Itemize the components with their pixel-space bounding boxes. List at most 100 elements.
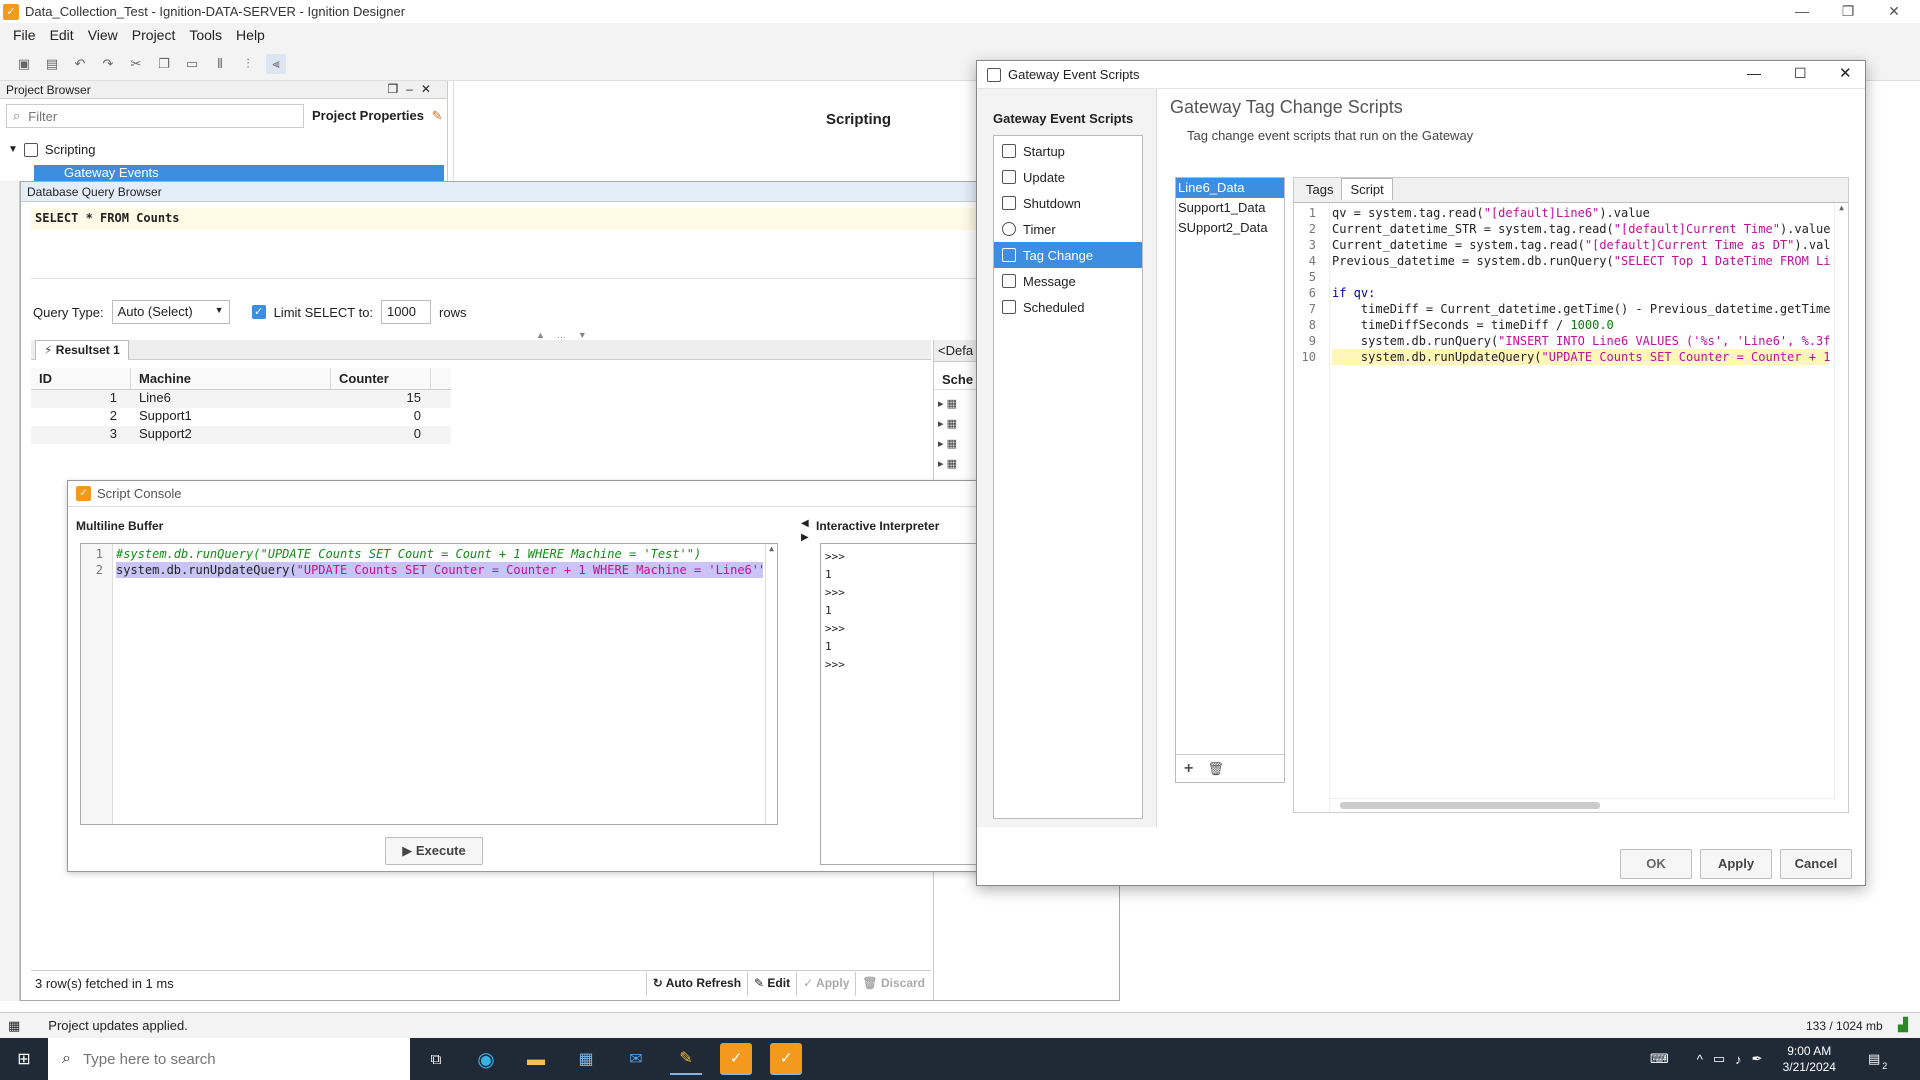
minimize-icon[interactable]: — bbox=[1747, 65, 1761, 81]
grid-icon[interactable]: ▦ bbox=[8, 1018, 20, 1034]
filter-field[interactable]: ⌕ bbox=[6, 104, 304, 128]
nav-shutdown[interactable]: Shutdown bbox=[994, 190, 1142, 216]
memory-chart-icon[interactable]: ▟ bbox=[1898, 1017, 1908, 1033]
notification-icon[interactable]: ▤ 2 bbox=[1868, 1051, 1887, 1071]
line-number: 9 bbox=[1308, 334, 1316, 348]
query-editor[interactable]: SELECT * FROM Counts bbox=[31, 208, 991, 230]
table-row[interactable]: 1 Line6 15 bbox=[31, 390, 451, 408]
cut-icon[interactable]: ✂ bbox=[126, 54, 146, 74]
taskbar-search-input[interactable] bbox=[82, 1050, 363, 1068]
layout-icon[interactable]: ⫷ bbox=[266, 53, 286, 74]
nav-tag-change[interactable]: Tag Change bbox=[994, 242, 1142, 268]
query-scrollbar[interactable] bbox=[31, 278, 991, 290]
limit-input[interactable]: 1000 bbox=[381, 300, 432, 324]
distribute-icon[interactable]: ⫶ bbox=[238, 54, 258, 74]
tag-script-list: Line6_Data Support1_Data SUpport2_Data +… bbox=[1175, 177, 1285, 783]
ignition-logo-icon: ✓ bbox=[3, 3, 19, 20]
script-code-editor[interactable]: 1 2 3 4 5 6 7 8 9 10 qv = system.tag.rea… bbox=[1294, 202, 1848, 812]
chevron-up-icon[interactable]: ^ bbox=[1697, 1052, 1703, 1067]
nav-startup[interactable]: Startup bbox=[994, 138, 1142, 164]
code-horizontal-scrollbar[interactable] bbox=[1330, 798, 1834, 812]
tab-script[interactable]: Script bbox=[1341, 178, 1393, 200]
maximize-icon[interactable]: ☐ bbox=[1794, 65, 1807, 82]
panel-toggle-icon[interactable]: ◀ ▶ bbox=[801, 517, 809, 545]
nav-timer[interactable]: Timer bbox=[994, 216, 1142, 242]
code-line: timeDiffSeconds = timeDiff / 1000.0 bbox=[1332, 317, 1828, 333]
discard-button[interactable]: 🗑 Discard bbox=[855, 971, 931, 996]
results-header-row: ID Machine Counter bbox=[31, 368, 451, 390]
apply-button[interactable]: Apply bbox=[1700, 849, 1772, 879]
code-vertical-scrollbar[interactable]: ▲ bbox=[1834, 203, 1848, 799]
menu-view[interactable]: View bbox=[88, 27, 118, 43]
table-row[interactable]: 2 Support1 0 bbox=[31, 408, 451, 426]
align-icon[interactable]: ⫴ bbox=[210, 54, 230, 74]
add-icon[interactable]: + bbox=[1184, 760, 1193, 778]
network-icon[interactable]: ▭ bbox=[1713, 1051, 1725, 1067]
close-icon[interactable]: ✕ bbox=[1872, 0, 1916, 23]
resultset-tab[interactable]: ⚡ Resultset 1 bbox=[35, 340, 129, 360]
task-view-icon[interactable]: ⧉ bbox=[420, 1043, 452, 1075]
notification-badge: 2 bbox=[1882, 1061, 1888, 1071]
menu-edit[interactable]: Edit bbox=[50, 27, 74, 43]
windows-start-icon[interactable]: ⊞ bbox=[0, 1038, 48, 1080]
table-row[interactable]: 3 Support2 0 bbox=[31, 426, 451, 444]
limit-checkbox[interactable]: ✓ bbox=[251, 305, 266, 319]
interactive-interpreter[interactable]: >>> 1 >>> 1 >>> 1 >>> bbox=[820, 543, 982, 865]
minimize-icon[interactable]: — bbox=[1780, 0, 1824, 23]
nav-update[interactable]: Update bbox=[994, 164, 1142, 190]
delete-icon[interactable]: 🗑 bbox=[1207, 761, 1224, 777]
pen-icon[interactable]: ✒ bbox=[1752, 1051, 1763, 1067]
save-icon[interactable]: ▣ bbox=[14, 54, 34, 74]
code-line: if qv: bbox=[1332, 285, 1828, 301]
restore-icon[interactable]: ❐ bbox=[1826, 0, 1870, 23]
ignition-designer-icon-2[interactable]: ✓ bbox=[770, 1043, 802, 1075]
cancel-button[interactable]: Cancel bbox=[1780, 849, 1852, 879]
save-all-icon[interactable]: ▤ bbox=[42, 54, 62, 74]
col-header-counter[interactable]: Counter bbox=[331, 368, 431, 389]
menu-tools[interactable]: Tools bbox=[189, 27, 222, 43]
paste-icon[interactable]: ▭ bbox=[182, 54, 202, 74]
menu-project[interactable]: Project bbox=[132, 27, 176, 43]
mail-icon[interactable]: ✉ bbox=[620, 1043, 652, 1075]
scroll-thumb[interactable] bbox=[1340, 802, 1600, 809]
taskbar-search[interactable]: ⌕ bbox=[48, 1038, 410, 1080]
splitter-icon[interactable]: ▲…▼ bbox=[536, 330, 599, 340]
cell-id: 1 bbox=[109, 390, 117, 405]
nav-scheduled[interactable]: Scheduled bbox=[994, 294, 1142, 320]
menu-help[interactable]: Help bbox=[236, 27, 265, 43]
filter-input[interactable] bbox=[28, 108, 269, 124]
ignition-launcher-icon[interactable]: ✎ bbox=[670, 1043, 702, 1075]
auto-refresh-button[interactable]: ↻ Auto Refresh bbox=[645, 971, 747, 996]
buffer-scrollbar[interactable]: ▲ bbox=[765, 544, 777, 824]
ignition-designer-icon[interactable]: ✓ bbox=[720, 1043, 752, 1075]
script-item-line6[interactable]: Line6_Data bbox=[1176, 178, 1284, 198]
multiline-buffer[interactable]: 1 2 #system.db.runQuery("UPDATE Counts S… bbox=[80, 543, 778, 825]
panel-controls-icon[interactable]: ❐–✕ bbox=[388, 82, 440, 96]
undo-icon[interactable]: ↶ bbox=[70, 54, 90, 74]
ok-button[interactable]: OK bbox=[1620, 849, 1692, 879]
volume-icon[interactable]: ♪ bbox=[1735, 1052, 1742, 1067]
store-icon[interactable]: ▦ bbox=[570, 1043, 602, 1075]
tree-item-gateway-events[interactable]: Gateway Events bbox=[34, 165, 444, 181]
nav-message[interactable]: Message bbox=[994, 268, 1142, 294]
keyboard-icon[interactable]: ⌨ bbox=[1650, 1051, 1669, 1067]
tree-item-scripting[interactable]: ▼ Scripting bbox=[8, 142, 95, 157]
edit-button[interactable]: ✎ Edit bbox=[747, 971, 796, 996]
query-type-select[interactable]: Auto (Select) ▼ bbox=[111, 300, 230, 324]
execute-button[interactable]: ▶ Execute bbox=[385, 837, 483, 865]
script-item-support1[interactable]: Support1_Data bbox=[1176, 198, 1284, 218]
menu-file[interactable]: File bbox=[13, 27, 36, 43]
script-item-support2[interactable]: SUpport2_Data bbox=[1176, 218, 1284, 238]
apply-button[interactable]: ✓ Apply bbox=[796, 971, 855, 996]
close-icon[interactable]: ✕ bbox=[1839, 64, 1852, 82]
project-properties-link[interactable]: Project Properties ✎ bbox=[312, 108, 443, 124]
redo-icon[interactable]: ↷ bbox=[98, 54, 118, 74]
col-header-machine[interactable]: Machine bbox=[131, 368, 331, 389]
col-header-id[interactable]: ID bbox=[31, 368, 131, 389]
copy-icon[interactable]: ❐ bbox=[154, 54, 174, 74]
clock[interactable]: 9:00 AM 3/21/2024 bbox=[1783, 1043, 1836, 1075]
edge-browser-icon[interactable]: ◉ bbox=[470, 1043, 502, 1075]
line-gutter: 1 2 bbox=[81, 544, 113, 824]
file-explorer-icon[interactable]: ▬ bbox=[520, 1043, 552, 1075]
tab-tags[interactable]: Tags bbox=[1298, 179, 1341, 200]
